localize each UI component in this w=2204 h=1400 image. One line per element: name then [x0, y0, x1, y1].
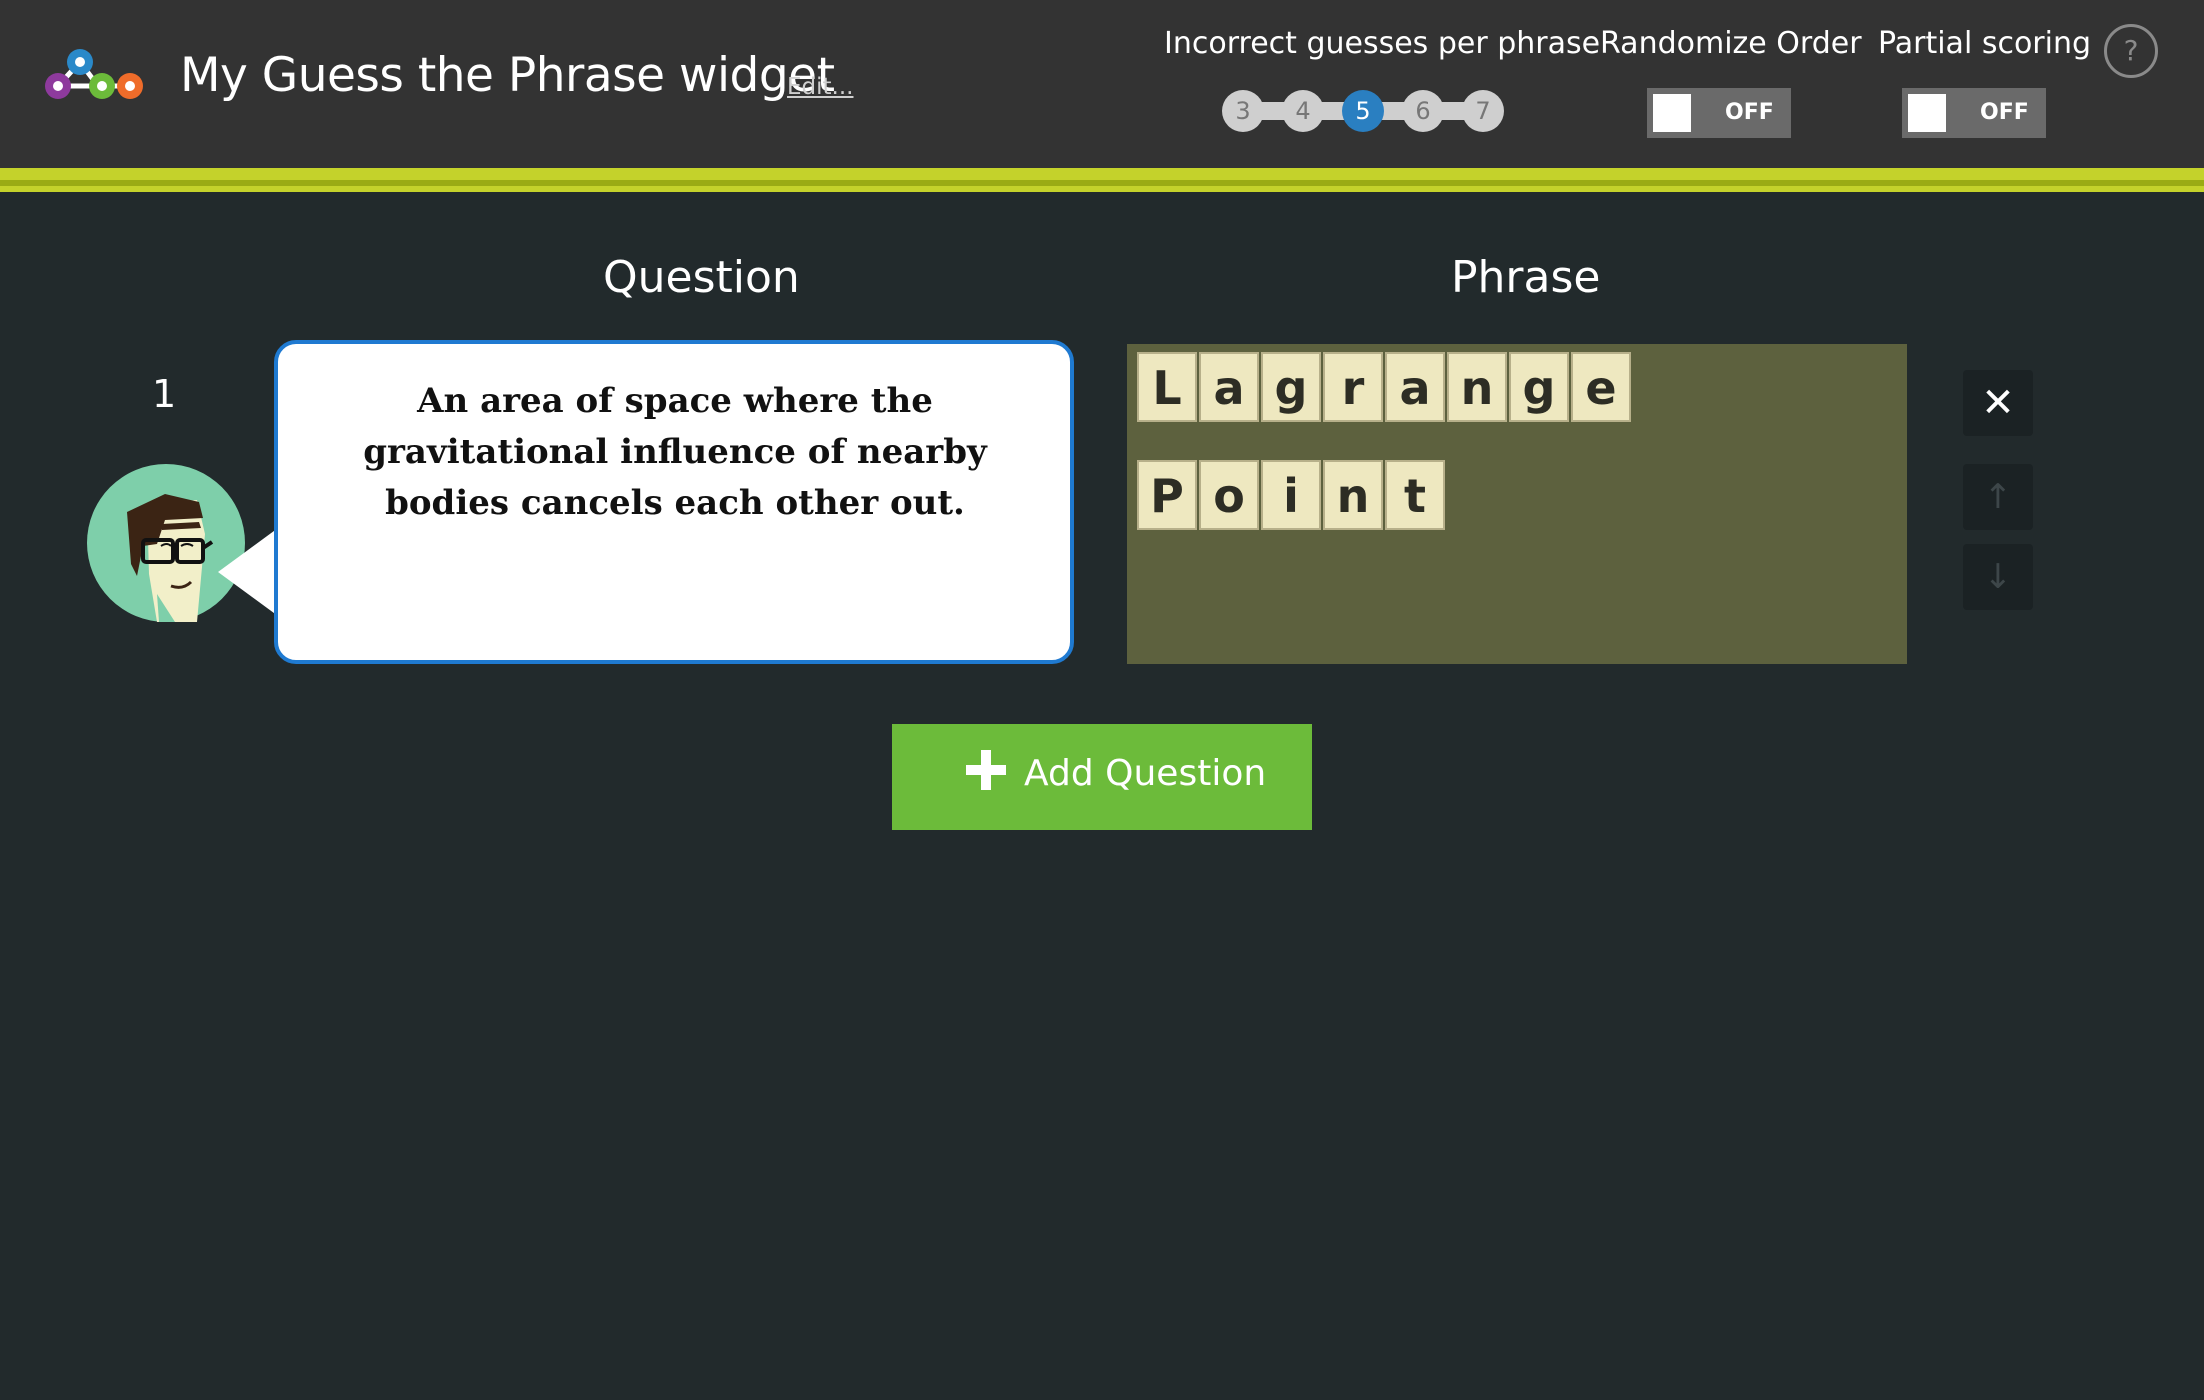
letter-tile[interactable]: a [1199, 352, 1259, 422]
question-bubble[interactable]: An area of space where the gravitational… [274, 340, 1074, 664]
letter-tile[interactable]: e [1571, 352, 1631, 422]
help-button[interactable]: ? [2104, 24, 2158, 78]
partial-scoring-toggle[interactable]: OFF [1902, 88, 2046, 138]
incorrect-guesses-slider[interactable]: 3 4 5 6 7 [1222, 88, 1504, 134]
letter-tile[interactable]: t [1385, 460, 1445, 530]
letter-tile[interactable]: a [1385, 352, 1445, 422]
widget-title: My Guess the Phrase widget [180, 48, 835, 103]
move-up-button[interactable]: ↑ [1963, 464, 2033, 530]
edit-title-link[interactable]: Edit... [787, 74, 853, 100]
app-logo-icon [45, 49, 143, 99]
question-text[interactable]: An area of space where the gravitational… [300, 376, 1050, 529]
question-column-header: Question [603, 252, 800, 303]
guess-option-4[interactable]: 4 [1282, 90, 1324, 132]
speech-bubble-tail-icon [218, 528, 278, 616]
toggle-state: OFF [1980, 100, 2029, 125]
letter-tile[interactable]: P [1137, 460, 1197, 530]
phrase-word-row: Lagrange [1137, 352, 1633, 422]
question-number: 1 [152, 372, 177, 416]
letter-tile[interactable]: g [1509, 352, 1569, 422]
letter-tile[interactable]: i [1261, 460, 1321, 530]
toggle-state: OFF [1725, 100, 1774, 125]
letter-tile[interactable]: L [1137, 352, 1197, 422]
randomize-order-label: Randomize Order [1600, 26, 1862, 61]
toggle-knob [1653, 94, 1691, 132]
phrase-board[interactable]: Lagrange Point [1127, 344, 1907, 664]
randomize-order-toggle[interactable]: OFF [1647, 88, 1791, 138]
add-question-label: Add Question [1024, 753, 1267, 794]
add-question-button[interactable]: Add Question [892, 724, 1312, 830]
incorrect-guesses-label: Incorrect guesses per phrase [1164, 26, 1601, 61]
letter-tile[interactable]: n [1447, 352, 1507, 422]
partial-scoring-label: Partial scoring [1878, 26, 2092, 61]
move-down-button[interactable]: ↓ [1963, 544, 2033, 610]
guess-option-3[interactable]: 3 [1222, 90, 1264, 132]
top-bar: My Guess the Phrase widget Edit... Incor… [0, 0, 2204, 168]
remove-question-button[interactable]: ✕ [1963, 370, 2033, 436]
toggle-knob [1908, 94, 1946, 132]
letter-tile[interactable]: n [1323, 460, 1383, 530]
letter-tile[interactable]: r [1323, 352, 1383, 422]
letter-tile[interactable]: o [1199, 460, 1259, 530]
plus-icon [966, 750, 1006, 790]
phrase-word-row: Point [1137, 460, 1447, 530]
guess-option-6[interactable]: 6 [1402, 90, 1444, 132]
phrase-column-header: Phrase [1451, 252, 1601, 303]
guess-option-7[interactable]: 7 [1462, 90, 1504, 132]
accent-stripe [0, 168, 2204, 192]
guess-option-5[interactable]: 5 [1342, 90, 1384, 132]
letter-tile[interactable]: g [1261, 352, 1321, 422]
